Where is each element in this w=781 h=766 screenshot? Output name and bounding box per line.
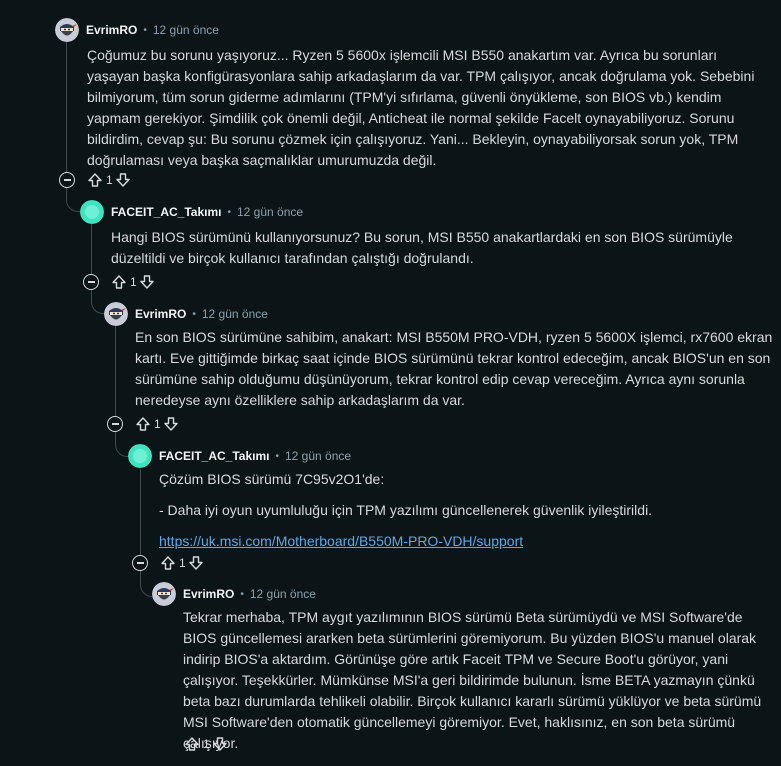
comment-author[interactable]: EvrimRO <box>183 587 234 601</box>
collapse-minus-icon[interactable] <box>59 172 75 188</box>
thread-connector <box>91 298 105 314</box>
comment-header: EvrimRO • 12 gün önce <box>152 582 316 606</box>
meta-separator: • <box>240 588 244 600</box>
ninja-avatar-icon[interactable] <box>55 18 79 42</box>
comment-actions: 1 <box>59 170 131 190</box>
ninja-avatar-icon[interactable] <box>104 302 128 326</box>
ninja-avatar-icon[interactable] <box>152 582 176 606</box>
downvote-arrow-icon[interactable] <box>163 416 179 432</box>
comment-timestamp[interactable]: 12 gün önce <box>285 449 351 463</box>
comment-text: Çözüm BIOS sürümü 7C95v2O1'de: <box>159 471 385 487</box>
comment-text: - Daha iyi oyun uyumluluğu için TPM yazı… <box>159 502 653 518</box>
comment-timestamp[interactable]: 12 gün önce <box>237 205 303 219</box>
comment-timestamp[interactable]: 12 gün önce <box>202 307 268 321</box>
vote-count: 1 <box>130 275 137 289</box>
thread-connector <box>115 441 129 457</box>
comment-body: Çözüm BIOS sürümü 7C95v2O1'de: - Daha iy… <box>159 469 774 552</box>
comment-timestamp[interactable]: 12 gün önce <box>153 23 219 37</box>
comment-actions: 1 <box>184 734 228 754</box>
upvote-arrow-icon[interactable] <box>135 416 151 432</box>
comment-author[interactable]: FACEIT_AC_Takımı <box>111 205 221 219</box>
faceit-avatar-icon[interactable] <box>128 444 152 468</box>
comment-body: Hangi BIOS sürümünü kullanıyorsunuz? Bu … <box>111 227 776 269</box>
collapse-minus-icon[interactable] <box>107 416 123 432</box>
comment-actions: 1 <box>107 414 179 434</box>
msi-support-link[interactable]: https://uk.msi.com/Motherboard/B550M-PRO… <box>159 533 523 549</box>
comment-text: Çoğumuz bu sorunu yaşıyoruz... Ryzen 5 5… <box>87 47 755 168</box>
comment-author[interactable]: FACEIT_AC_Takımı <box>159 449 269 463</box>
thread-connector <box>66 196 80 212</box>
comment-text: Hangi BIOS sürümünü kullanıyorsunuz? Bu … <box>111 229 733 266</box>
vote-count: 1 <box>106 173 113 187</box>
downvote-arrow-icon[interactable] <box>212 736 228 752</box>
comment-text: En son BIOS sürümüne sahibim, anakart: M… <box>135 329 773 408</box>
comment-header: FACEIT_AC_Takımı • 12 gün önce <box>128 444 351 468</box>
collapse-minus-icon[interactable] <box>83 274 99 290</box>
comment-header: FACEIT_AC_Takımı • 12 gün önce <box>80 200 303 224</box>
vote-count: 1 <box>203 737 210 751</box>
downvote-arrow-icon[interactable] <box>115 172 131 188</box>
comment-actions: 1 <box>83 272 155 292</box>
downvote-arrow-icon[interactable] <box>188 555 204 571</box>
faceit-avatar-icon[interactable] <box>80 200 104 224</box>
thread-line <box>140 469 141 555</box>
comment-author[interactable]: EvrimRO <box>86 23 137 37</box>
thread-line <box>91 224 92 274</box>
comment-header: EvrimRO • 12 gün önce <box>55 18 219 42</box>
meta-separator: • <box>143 24 147 36</box>
upvote-arrow-icon[interactable] <box>87 172 103 188</box>
thread-line <box>66 42 67 178</box>
downvote-arrow-icon[interactable] <box>139 274 155 290</box>
vote-count: 1 <box>179 556 186 570</box>
comment-body: Tekrar merhaba, TPM aygıt yazılımının BI… <box>183 607 773 754</box>
comment-body: En son BIOS sürümüne sahibim, anakart: M… <box>135 327 775 411</box>
comment-actions: 1 <box>132 553 204 573</box>
collapse-minus-icon[interactable] <box>132 555 148 571</box>
thread-line <box>115 326 116 416</box>
comment-header: EvrimRO • 12 gün önce <box>104 302 268 326</box>
upvote-arrow-icon[interactable] <box>184 736 200 752</box>
comment-text: Tekrar merhaba, TPM aygıt yazılımının BI… <box>183 609 762 751</box>
meta-separator: • <box>275 450 279 462</box>
comment-author[interactable]: EvrimRO <box>135 307 186 321</box>
upvote-arrow-icon[interactable] <box>160 555 176 571</box>
upvote-arrow-icon[interactable] <box>111 274 127 290</box>
thread-connector <box>140 581 152 597</box>
meta-separator: • <box>227 206 231 218</box>
comment-timestamp[interactable]: 12 gün önce <box>250 587 316 601</box>
comment-body: Çoğumuz bu sorunu yaşıyoruz... Ryzen 5 5… <box>87 45 772 171</box>
meta-separator: • <box>192 308 196 320</box>
vote-count: 1 <box>154 417 161 431</box>
